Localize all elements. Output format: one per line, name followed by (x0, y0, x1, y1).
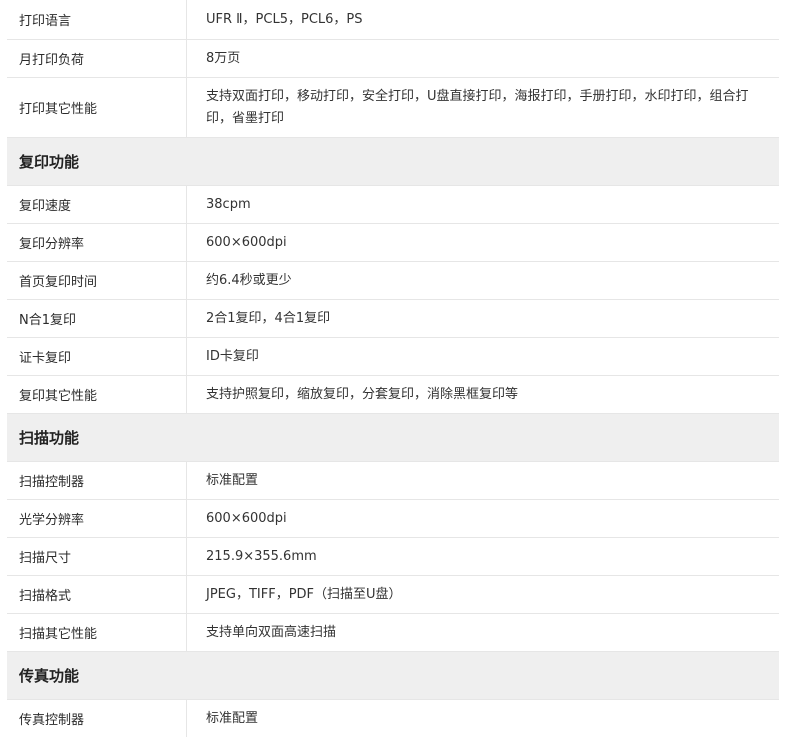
spec-row-optical-resolution: 光学分辨率 600×600dpi (7, 500, 779, 538)
section-header-copy: 复印功能 (7, 138, 779, 186)
spec-value: 215.9×355.6mm (206, 548, 317, 564)
section-header-fax: 传真功能 (7, 652, 779, 700)
spec-value: 标准配置 (206, 472, 259, 488)
spec-value: 2合1复印，4合1复印 (206, 310, 331, 326)
spec-value: 38cpm (206, 196, 251, 212)
spec-label: 扫描控制器 (7, 462, 187, 499)
spec-value: UFR Ⅱ，PCL5，PCL6，PS (206, 11, 363, 27)
spec-row-copy-speed: 复印速度 38cpm (7, 186, 779, 224)
spec-value: 支持单向双面高速扫描 (206, 624, 337, 640)
spec-row-fax-controller: 传真控制器 标准配置 (7, 700, 779, 737)
spec-value: 600×600dpi (206, 510, 287, 526)
spec-row-scan-format: 扫描格式 JPEG，TIFF，PDF（扫描至U盘） (7, 576, 779, 614)
spec-row-copy-resolution: 复印分辨率 600×600dpi (7, 224, 779, 262)
spec-label: 打印语言 (7, 0, 187, 39)
spec-row-scan-other: 扫描其它性能 支持单向双面高速扫描 (7, 614, 779, 652)
spec-row-monthly-duty: 月打印负荷 8万页 (7, 40, 779, 78)
spec-table: 打印语言 UFR Ⅱ，PCL5，PCL6，PS 月打印负荷 8万页 打印其它性能… (7, 0, 779, 737)
spec-label: 传真控制器 (7, 700, 187, 737)
spec-label: 扫描尺寸 (7, 538, 187, 575)
spec-row-id-card-copy: 证卡复印 ID卡复印 (7, 338, 779, 376)
spec-value: 支持护照复印，缩放复印，分套复印，消除黑框复印等 (206, 386, 519, 402)
spec-label: 首页复印时间 (7, 262, 187, 299)
spec-label: N合1复印 (7, 300, 187, 337)
spec-row-copy-other: 复印其它性能 支持护照复印，缩放复印，分套复印，消除黑框复印等 (7, 376, 779, 414)
spec-value: 600×600dpi (206, 234, 287, 250)
spec-value: 约6.4秒或更少 (206, 272, 292, 288)
spec-value: 标准配置 (206, 710, 259, 726)
section-header-scan: 扫描功能 (7, 414, 779, 462)
spec-label: 月打印负荷 (7, 40, 187, 77)
spec-row-first-copy-time: 首页复印时间 约6.4秒或更少 (7, 262, 779, 300)
spec-row-scan-size: 扫描尺寸 215.9×355.6mm (7, 538, 779, 576)
spec-label: 扫描其它性能 (7, 614, 187, 651)
spec-row-print-language: 打印语言 UFR Ⅱ，PCL5，PCL6，PS (7, 0, 779, 40)
spec-label: 打印其它性能 (7, 78, 187, 137)
spec-row-n-in-1-copy: N合1复印 2合1复印，4合1复印 (7, 300, 779, 338)
spec-value: JPEG，TIFF，PDF（扫描至U盘） (206, 586, 402, 602)
spec-label: 复印速度 (7, 186, 187, 223)
spec-label: 复印分辨率 (7, 224, 187, 261)
spec-value: ID卡复印 (206, 348, 259, 364)
spec-label: 证卡复印 (7, 338, 187, 375)
spec-row-print-other: 打印其它性能 支持双面打印，移动打印，安全打印，U盘直接打印，海报打印，手册打印… (7, 78, 779, 138)
spec-value: 支持双面打印，移动打印，安全打印，U盘直接打印，海报打印，手册打印，水印打印，组… (206, 88, 749, 126)
spec-label: 复印其它性能 (7, 376, 187, 413)
spec-value: 8万页 (206, 50, 241, 66)
spec-label: 光学分辨率 (7, 500, 187, 537)
spec-row-scan-controller: 扫描控制器 标准配置 (7, 462, 779, 500)
spec-label: 扫描格式 (7, 576, 187, 613)
